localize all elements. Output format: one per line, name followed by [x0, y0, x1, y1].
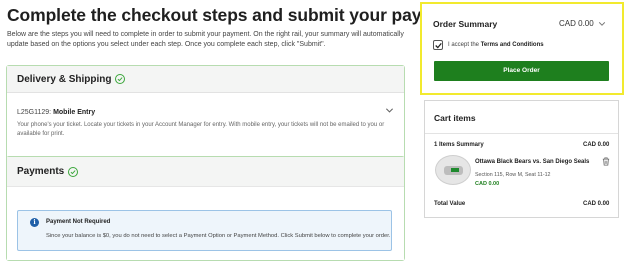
- chevron-down-icon[interactable]: [385, 106, 394, 115]
- cart-items-box: Cart items 1 Items Summary CAD 0.00 Otta…: [424, 100, 619, 218]
- cart-title: Cart items: [434, 113, 476, 123]
- delivery-shipping-title: Delivery & Shipping: [17, 73, 112, 85]
- terms-checkbox[interactable]: [433, 40, 443, 50]
- seat-map-icon: [435, 155, 471, 185]
- trash-icon[interactable]: [602, 157, 610, 166]
- delivery-shipping-header[interactable]: Delivery & Shipping: [7, 66, 404, 93]
- cart-divider: [425, 133, 618, 134]
- delivery-description: Your phone's your ticket. Locate your ti…: [17, 122, 385, 137]
- delivery-shipping-panel: Delivery & Shipping L25G1129: Mobile Ent…: [6, 65, 405, 161]
- total-value-label: Total Value: [434, 201, 466, 207]
- checkbox-checked-icon: [435, 42, 442, 49]
- page-intro: Below are the steps you will need to com…: [7, 31, 404, 48]
- items-summary-label: 1 Items Summary: [434, 142, 484, 148]
- seat-info: Section 115, Row M, Seat 11-12: [475, 172, 551, 178]
- order-summary-title: Order Summary: [433, 19, 498, 29]
- notice-title: Payment Not Required: [46, 219, 111, 225]
- delivery-code: L25G1129:: [17, 109, 52, 116]
- terms-label: I accept the Terms and Conditions: [448, 42, 544, 48]
- place-order-button[interactable]: Place Order: [434, 61, 609, 81]
- info-icon: i: [30, 218, 39, 227]
- event-name: Ottawa Black Bears vs. San Diego Seals: [475, 159, 590, 165]
- check-circle-icon: [115, 74, 126, 84]
- event-price: CAD 0.00: [475, 181, 500, 187]
- terms-prefix: I accept the: [448, 42, 480, 48]
- payments-title: Payments: [17, 166, 65, 177]
- payments-header[interactable]: Payments: [7, 157, 404, 187]
- payments-panel: Payments i Payment Not Required Since yo…: [6, 156, 405, 261]
- page-title: Complete the checkout steps and submit y…: [7, 5, 463, 25]
- items-summary-amount: CAD 0.00: [583, 142, 610, 148]
- delivery-option[interactable]: L25G1129: Mobile Entry: [17, 109, 95, 116]
- delivery-mode: Mobile Entry: [53, 109, 96, 116]
- payment-not-required-notice: i Payment Not Required Since your balanc…: [17, 210, 392, 251]
- order-summary-box: Order Summary CAD 0.00 I accept the Term…: [420, 2, 624, 95]
- chevron-down-icon[interactable]: [598, 20, 606, 28]
- total-value-amount: CAD 0.00: [583, 201, 610, 207]
- check-circle-icon: [68, 166, 79, 177]
- order-summary-amount: CAD 0.00: [559, 19, 594, 28]
- terms-link[interactable]: Terms and Conditions: [481, 42, 544, 48]
- notice-text: Since your balance is $0, you do not nee…: [46, 233, 391, 239]
